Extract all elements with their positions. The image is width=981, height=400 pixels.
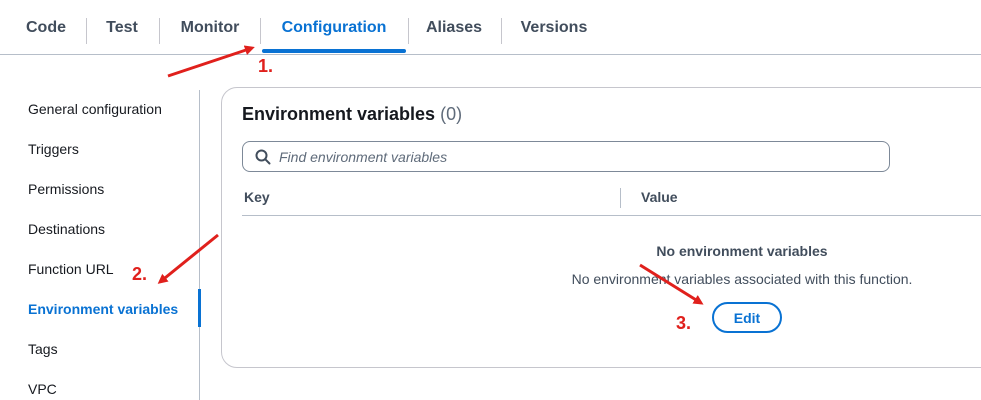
sidebar-item-vpc[interactable]: VPC <box>28 379 57 399</box>
column-header-key[interactable]: Key <box>244 189 270 205</box>
annotation-step-1: 1. <box>258 56 274 76</box>
tab-divider <box>408 18 409 44</box>
panel-title-text: Environment variables <box>242 104 436 124</box>
tab-bar: Code Test Monitor Configuration Aliases … <box>0 0 981 55</box>
panel-title: Environment variables (0) <box>242 104 462 125</box>
environment-variables-panel <box>221 87 981 368</box>
active-tab-indicator <box>262 49 406 53</box>
tab-code[interactable]: Code <box>14 0 78 55</box>
sidebar-rail <box>199 90 200 400</box>
tab-test[interactable]: Test <box>94 0 150 55</box>
search-input[interactable] <box>279 142 879 171</box>
tab-divider <box>501 18 502 44</box>
tab-divider <box>159 18 160 44</box>
table-header-divider <box>242 215 981 216</box>
column-separator <box>620 188 621 208</box>
sidebar-item-triggers[interactable]: Triggers <box>28 139 79 159</box>
sidebar-active-indicator <box>198 289 201 327</box>
sidebar-item-permissions[interactable]: Permissions <box>28 179 104 199</box>
sidebar-item-tags[interactable]: Tags <box>28 339 58 359</box>
empty-state-description: No environment variables associated with… <box>571 271 913 287</box>
annotation-arrow-2 <box>157 233 219 284</box>
tab-versions[interactable]: Versions <box>508 0 600 55</box>
sidebar-item-environment-variables[interactable]: Environment variables <box>28 299 178 319</box>
sidebar-item-general-configuration[interactable]: General configuration <box>28 99 162 119</box>
empty-state-title: No environment variables <box>656 243 828 259</box>
tab-monitor[interactable]: Monitor <box>168 0 252 55</box>
tab-divider <box>86 18 87 44</box>
sidebar-item-function-url[interactable]: Function URL <box>28 259 114 279</box>
sidebar-item-destinations[interactable]: Destinations <box>28 219 105 239</box>
tab-aliases[interactable]: Aliases <box>414 0 494 55</box>
search-box <box>242 141 890 172</box>
annotation-step-2: 2. <box>132 264 148 284</box>
panel-count: (0) <box>440 104 463 124</box>
search-icon <box>255 149 271 165</box>
tab-divider <box>260 18 261 44</box>
edit-button[interactable]: Edit <box>712 302 782 333</box>
tab-configuration[interactable]: Configuration <box>264 0 404 55</box>
annotation-step-3: 3. <box>676 313 692 333</box>
column-header-value[interactable]: Value <box>641 189 678 205</box>
